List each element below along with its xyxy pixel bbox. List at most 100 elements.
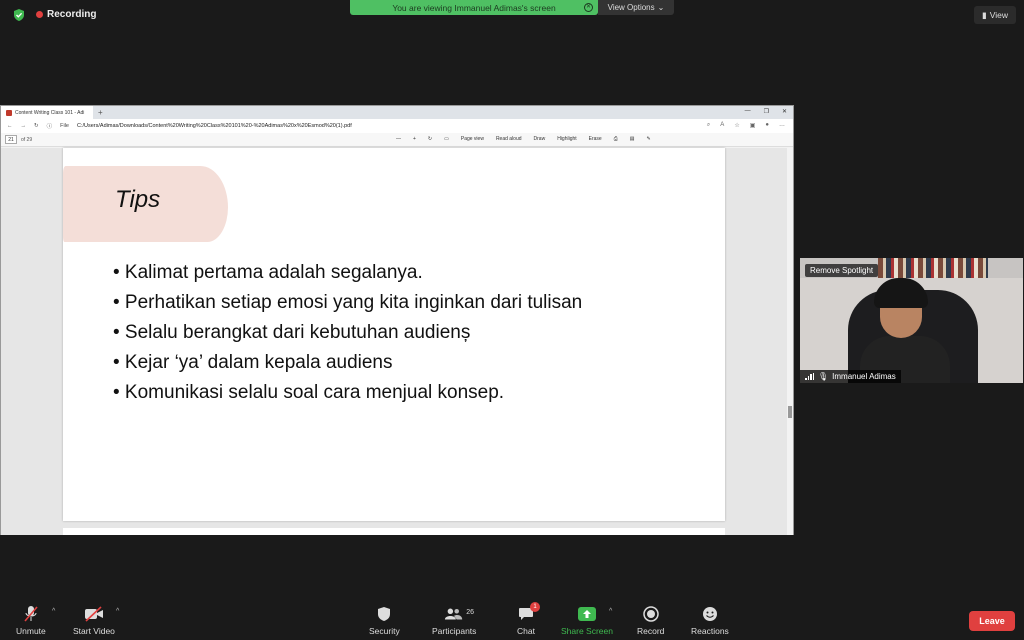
participant-name-tag: 🎙 Immanuel Adimas [800,370,901,383]
new-tab-icon[interactable]: + [98,108,103,117]
record-button[interactable]: Record [637,605,664,636]
security-button[interactable]: Security [369,605,400,636]
participant-video-tile[interactable]: Remove Spotlight 🎙 Immanuel Adimas [800,258,1023,383]
remove-spotlight-button[interactable]: Remove Spotlight [805,264,879,277]
address-bar: ← → ↻ ⓘ File C:/Users/Adimas/Downloads/C… [1,119,793,133]
leave-button[interactable]: Leave [969,611,1015,631]
pdf-viewer[interactable]: Tips • Kalimat pertama adalah segalanya.… [1,148,793,535]
unmute-label: Unmute [16,626,46,636]
view-button[interactable]: ▮ View [974,6,1016,24]
record-icon [641,605,661,623]
refresh-icon[interactable]: ↻ [34,123,39,129]
bullet-item: • Kejar ‘ya’ dalam kepala audiens [113,352,393,373]
view-options-button[interactable]: View Options ⌄ [598,0,674,15]
file-label: File [60,123,69,129]
video-off-icon [84,605,104,623]
recording-label: Recording [47,9,97,20]
tool-highlight[interactable]: Highlight [557,136,576,142]
view-options-label: View Options [607,3,655,12]
start-video-button[interactable]: Start Video [73,605,115,636]
vertical-scrollbar[interactable] [787,148,793,535]
forward-icon[interactable]: → [21,123,27,129]
zoom-in-icon[interactable]: + [413,136,416,142]
save-icon[interactable]: ▤ [630,136,635,142]
back-icon[interactable]: ← [7,123,13,129]
participant-name: Immanuel Adimas [832,372,896,381]
page-total: of 29 [21,136,33,143]
pdf-page: Tips • Kalimat pertama adalah segalanya.… [63,148,725,521]
participants-count: 26 [466,609,474,616]
pdf-tools: — + ↻ ▭ Page view Read aloud Draw Highli… [396,136,651,142]
chevron-down-icon: ⌄ [657,3,665,12]
maximize-icon[interactable]: ❐ [764,108,769,115]
bullet-item: • Kalimat pertama adalah segalanya. [113,262,423,283]
unmute-button[interactable]: Unmute [16,605,46,636]
close-banner-icon[interactable]: ✕ [584,3,593,12]
muted-microphone-icon [21,605,41,623]
chat-button[interactable]: 1 Chat [516,602,540,636]
favorite-icon[interactable]: ☆ [734,122,739,129]
page-number-input[interactable]: 21 [5,135,17,144]
view-layout-icon: ▮ [982,9,987,20]
chat-badge: 1 [530,602,540,612]
participants-button[interactable]: 26 Participants [432,605,476,636]
browser-tab[interactable]: Content Writing Class 101 - Adi [1,106,93,119]
window-controls: — ❐ ✕ [745,108,787,115]
security-label: Security [369,626,400,636]
viewing-banner-text: You are viewing Immanuel Adimas's screen [392,2,556,13]
pdf-toolbar: 21 of 29 — + ↻ ▭ Page view Read aloud Dr… [1,133,793,147]
share-options-caret-icon[interactable]: ^ [609,608,612,615]
participants-icon: 26 [444,605,474,623]
start-video-label: Start Video [73,626,115,636]
fit-icon[interactable]: ▭ [444,136,449,142]
bullet-item: • Komunikasi selalu soal cara menjual ko… [113,382,505,403]
shield-check-icon[interactable] [12,8,26,22]
profile-icon[interactable]: ● [765,122,769,129]
pdf-icon [6,109,12,116]
zoom-meeting-window: Recording You are viewing Immanuel Adima… [0,0,1024,640]
next-pdf-page [63,528,725,535]
chat-bubble-icon: 1 [516,602,540,623]
scrollbar-thumb[interactable] [788,406,792,418]
bookshelf-image [878,258,988,278]
address-bar-icons: ⌕ A ☆ ▣ ● … [707,122,785,129]
tool-erase[interactable]: Erase [589,136,602,142]
signal-bars-icon [805,373,814,380]
recording-indicator[interactable]: Recording [36,9,96,20]
browser-tab-bar: Content Writing Class 101 - Adi + — ❐ ✕ [1,106,793,119]
share-screen-icon [577,605,597,623]
share-screen-label: Share Screen [561,626,613,636]
view-button-label: View [989,10,1008,20]
slide-bullets: • Kalimat pertama adalah segalanya. • Pe… [113,258,582,408]
share-screen-button[interactable]: Share Screen [561,605,613,636]
pin-icon[interactable]: ✎ [646,136,650,142]
slide-title: Tips [115,186,161,213]
audio-options-caret-icon[interactable]: ^ [52,608,55,615]
zoom-icon[interactable]: ⌕ [707,122,710,129]
recording-dot-icon [36,11,43,18]
tool-draw[interactable]: Draw [534,136,546,142]
reactions-button[interactable]: Reactions [691,605,729,636]
print-icon[interactable]: ⎙ [614,136,618,142]
tab-title: Content Writing Class 101 - Adi [15,109,85,116]
reactions-label: Reactions [691,626,729,636]
url-field[interactable]: C:/Users/Adimas/Downloads/Content%20Writ… [77,123,352,129]
tool-page-view[interactable]: Page view [461,136,484,142]
minimize-icon[interactable]: — [745,108,751,115]
video-options-caret-icon[interactable]: ^ [116,608,119,615]
tool-read-aloud[interactable]: Read aloud [496,136,522,142]
more-icon[interactable]: … [779,122,785,129]
zoom-out-icon[interactable]: — [396,136,401,142]
rotate-icon[interactable]: ↻ [428,136,432,142]
muted-mic-icon: 🎙 [818,372,829,381]
shared-screen-browser: Content Writing Class 101 - Adi + — ❐ ✕ … [0,105,794,535]
security-shield-icon [374,605,394,623]
bullet-item: • Perhatikan setiap emosi yang kita ingi… [113,292,583,313]
read-mode-icon[interactable]: A [720,122,724,129]
participants-label: Participants [432,626,477,636]
collections-icon[interactable]: ▣ [750,122,756,129]
close-window-icon[interactable]: ✕ [782,108,787,115]
meeting-toolbar: Unmute ^ Start Video ^ Security 26 Parti… [0,600,1024,640]
bullet-item: • Selalu berangkat dari kebutuhan audien… [113,322,471,343]
viewing-screen-banner: You are viewing Immanuel Adimas's screen… [350,0,598,15]
